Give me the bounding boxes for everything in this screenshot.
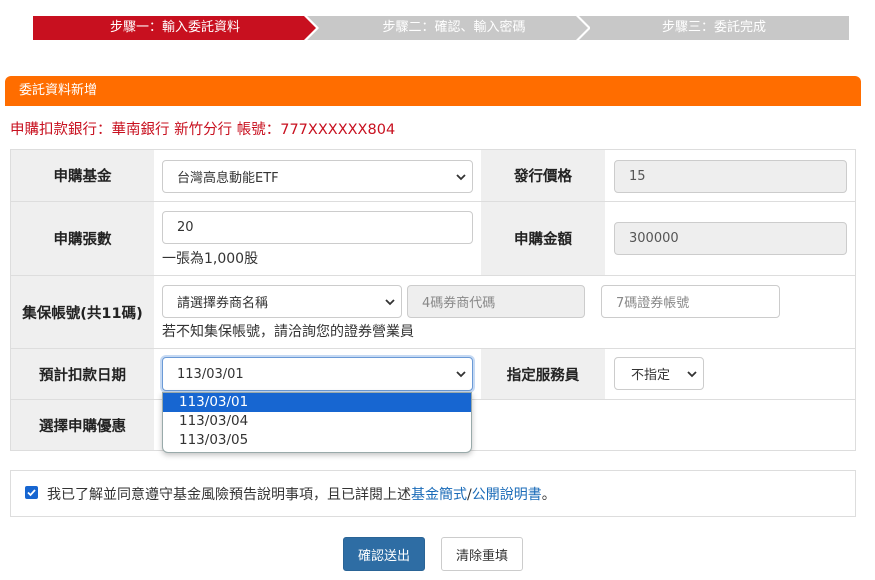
quantity-value: 20	[177, 220, 194, 235]
agent-select[interactable]: 不指定	[614, 357, 704, 390]
quantity-input[interactable]: 20	[162, 211, 473, 244]
fund-summary-link[interactable]: 基金簡式	[411, 487, 467, 503]
panel-title: 委託資料新增	[5, 76, 861, 106]
promo-label: 選擇申購優惠	[11, 400, 154, 450]
fund-select-value: 台灣高息動能ETF	[177, 171, 279, 186]
fund-select[interactable]: 台灣高息動能ETF	[162, 160, 473, 193]
amount-value: 300000	[629, 231, 679, 246]
step-2: 步驟二：確認、輸入密碼	[307, 16, 601, 40]
broker-select-value: 請選擇券商名稱	[177, 296, 269, 311]
price-label: 發行價格	[481, 150, 605, 201]
agent-label: 指定服務員	[481, 349, 605, 399]
check-icon	[27, 489, 36, 497]
debit-date-select[interactable]: 113/03/01	[162, 357, 473, 391]
date-label: 預計扣款日期	[11, 349, 154, 399]
broker-code-placeholder: 4碼券商代碼	[422, 296, 496, 311]
progress-stepper: 步驟一：輸入委託資料 步驟二：確認、輸入密碼 步驟三：委託完成	[33, 16, 849, 40]
amount-field: 300000	[614, 222, 847, 255]
chevron-down-icon	[456, 371, 466, 378]
securities-account-input[interactable]: 7碼證券帳號	[601, 285, 780, 318]
qty-label: 申購張數	[11, 202, 154, 275]
date-option[interactable]: 113/03/05	[163, 431, 471, 450]
broker-select[interactable]: 請選擇券商名稱	[162, 285, 402, 318]
chevron-down-icon	[456, 173, 466, 180]
fund-label: 申購基金	[11, 150, 154, 201]
date-option[interactable]: 113/03/01	[163, 393, 471, 412]
step-2-label: 步驟二：確認、輸入密碼	[382, 20, 526, 35]
reset-button[interactable]: 清除重填	[441, 537, 523, 571]
agent-select-value: 不指定	[631, 368, 671, 383]
broker-code-input[interactable]: 4碼券商代碼	[407, 285, 585, 318]
quantity-note: 一張為1,000股	[162, 251, 259, 267]
securities-account-placeholder: 7碼證券帳號	[616, 296, 690, 311]
agreement-text-main: 我已了解並同意遵守基金風險預告說明事項，且已詳閱上述	[47, 487, 411, 503]
agreement-text: 我已了解並同意遵守基金風險預告說明事項，且已詳閱上述基金簡式/公開說明書。	[47, 484, 556, 504]
amount-label: 申購金額	[481, 202, 605, 275]
form-row-quantity: 申購張數 20 一張為1,000股 申購金額 300000	[11, 202, 855, 276]
chevron-down-icon	[385, 298, 395, 305]
agreement-text-end: 。	[541, 487, 556, 503]
debit-date-dropdown: 113/03/01 113/03/04 113/03/05	[162, 392, 472, 453]
debit-date-value: 113/03/01	[177, 366, 244, 382]
step-3-label: 步驟三：委託完成	[661, 20, 766, 35]
step-3: 步驟三：委託完成	[579, 16, 849, 40]
form-row-fund: 申購基金 台灣高息動能ETF 發行價格 15	[11, 150, 855, 202]
date-option[interactable]: 113/03/04	[163, 412, 471, 431]
prospectus-link[interactable]: 公開說明書	[472, 487, 542, 503]
price-value: 15	[629, 169, 646, 184]
chevron-down-icon	[687, 370, 697, 377]
step-1-label: 步驟一：輸入委託資料	[109, 20, 240, 35]
agreement-box: 我已了解並同意遵守基金風險預告說明事項，且已詳閱上述基金簡式/公開說明書。	[10, 470, 856, 517]
step-1: 步驟一：輸入委託資料	[33, 16, 317, 40]
custody-note: 若不知集保帳號，請洽詢您的證券營業員	[162, 324, 414, 340]
price-field: 15	[614, 160, 847, 193]
bank-account-info: 申購扣款銀行：華南銀行 新竹分行 帳號：777XXXXXX804	[10, 122, 396, 138]
submit-button[interactable]: 確認送出	[343, 537, 425, 571]
form-row-custody: 集保帳號(共11碼) 請選擇券商名稱 4碼券商代碼 7碼證券帳號 若不知集保帳號…	[11, 276, 855, 349]
agreement-checkbox[interactable]	[25, 486, 38, 499]
custody-label: 集保帳號(共11碼)	[11, 276, 154, 348]
